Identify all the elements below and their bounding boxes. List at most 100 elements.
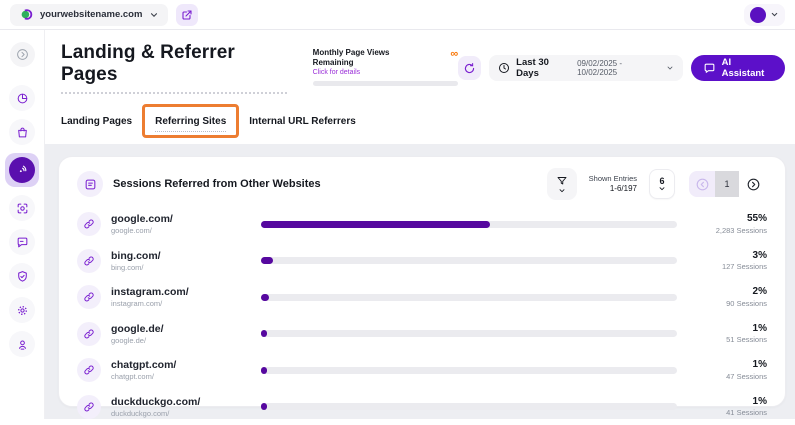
sidebar-item-toggle[interactable] — [10, 42, 35, 67]
radar-icon — [15, 163, 29, 177]
referrer-link-button[interactable] — [77, 285, 101, 309]
session-bar-fill — [261, 257, 273, 264]
website-selector[interactable]: yourwebsitename.com — [10, 4, 168, 26]
focus-target-icon — [16, 202, 29, 215]
page-size-value: 6 — [659, 176, 664, 186]
link-icon — [83, 401, 95, 413]
arrow-right-circle-icon — [746, 177, 761, 192]
quota-label: Monthly Page Views Remaining — [313, 48, 431, 68]
panel-title: Sessions Referred from Other Websites — [113, 178, 321, 190]
referrer-name: duckduckgo.com/ — [111, 396, 251, 409]
chevron-down-icon — [770, 10, 779, 19]
session-bar-track — [261, 294, 677, 301]
page-title: Landing & Referrer Pages — [61, 42, 287, 94]
referrer-name: google.de/ — [111, 323, 251, 336]
chevron-down-icon — [558, 188, 566, 194]
referrer-percent: 1% — [691, 395, 767, 409]
referrer-list: google.com/ google.com/ 55% 2,283 Sessio… — [77, 206, 767, 425]
session-bar-track — [261, 330, 677, 337]
session-bar-track — [261, 367, 677, 374]
ai-assistant-label: AI Assistant — [722, 57, 773, 79]
pagination: 1 — [689, 171, 767, 197]
quota-details-link[interactable]: Click for details — [313, 69, 459, 76]
date-range-picker[interactable]: Last 30 Days 09/02/2025 - 10/02/2025 — [489, 55, 682, 81]
referrer-link-button[interactable] — [77, 358, 101, 382]
referrer-path: duckduckgo.com/ — [111, 409, 251, 418]
referrer-percent: 55% — [691, 212, 767, 226]
referrer-percent: 2% — [691, 285, 767, 299]
sidebar-item-store[interactable] — [9, 119, 35, 145]
refresh-button[interactable] — [458, 56, 481, 80]
sidebar-item-feedback[interactable] — [9, 229, 35, 255]
referrer-link-button[interactable] — [77, 322, 101, 346]
referrer-percent: 1% — [691, 358, 767, 372]
link-icon — [83, 218, 95, 230]
page-size-select[interactable]: 6 — [649, 169, 675, 199]
pie-chart-icon — [16, 92, 29, 105]
open-external-button[interactable] — [176, 4, 198, 26]
referrer-link-button[interactable] — [77, 249, 101, 273]
referrer-sessions: 2,283 Sessions — [691, 226, 767, 236]
sidebar-item-referrers[interactable] — [5, 153, 39, 187]
gear-icon — [16, 304, 29, 317]
table-row: duckduckgo.com/ duckduckgo.com/ 1% 41 Se… — [77, 389, 767, 425]
referring-sites-panel: Sessions Referred from Other Websites Sh… — [58, 156, 786, 407]
referrer-link-button[interactable] — [77, 212, 101, 236]
previous-page-button[interactable] — [689, 171, 715, 197]
annotation-highlight-box: Referring Sites — [142, 104, 239, 138]
shown-entries-value: 1-6/197 — [589, 184, 637, 194]
referrer-sessions: 47 Sessions — [691, 372, 767, 382]
sidebar — [0, 30, 45, 419]
sidebar-item-settings[interactable] — [9, 297, 35, 323]
referrer-percent: 3% — [691, 249, 767, 263]
quota-progress-bar — [313, 81, 459, 86]
next-page-button[interactable] — [739, 171, 767, 197]
referrer-name: instagram.com/ — [111, 286, 251, 299]
arrow-left-circle-icon — [695, 177, 710, 192]
referrer-path: chatgpt.com/ — [111, 372, 251, 381]
tab-internal-url-referrers[interactable]: Internal URL Referrers — [249, 110, 356, 133]
page-header: Landing & Referrer Pages Monthly Page Vi… — [45, 30, 795, 144]
sidebar-item-tracking[interactable] — [9, 195, 35, 221]
date-preset-label: Last 30 Days — [516, 57, 571, 79]
link-icon — [83, 255, 95, 267]
session-bar-fill — [261, 403, 267, 410]
referrer-sessions: 127 Sessions — [691, 262, 767, 272]
report-icon — [77, 171, 103, 197]
session-bar-track — [261, 257, 677, 264]
ai-assistant-button[interactable]: AI Assistant — [691, 55, 785, 81]
link-icon — [83, 328, 95, 340]
tab-landing-pages[interactable]: Landing Pages — [61, 110, 132, 133]
tab-referring-sites[interactable]: Referring Sites — [155, 110, 226, 132]
session-bar-fill — [261, 330, 267, 337]
chat-bubble-icon — [703, 62, 716, 75]
referrer-name: bing.com/ — [111, 250, 251, 263]
site-favicon-icon — [20, 8, 33, 21]
sidebar-item-analytics[interactable] — [9, 85, 35, 111]
pageviews-quota: Monthly Page Views Remaining ∞ Click for… — [313, 48, 459, 86]
sidebar-item-privacy[interactable] — [9, 263, 35, 289]
avatar — [750, 7, 766, 23]
shown-entries: Shown Entries 1-6/197 — [589, 174, 637, 194]
session-bar-track — [261, 403, 677, 410]
sidebar-item-account[interactable] — [9, 331, 35, 357]
clock-icon — [498, 62, 510, 74]
user-pin-icon — [16, 338, 29, 351]
referrer-link-button[interactable] — [77, 395, 101, 419]
referrer-path: google.de/ — [111, 336, 251, 345]
link-icon — [83, 364, 95, 376]
sidebar-toggle-icon — [16, 48, 29, 61]
table-row: instagram.com/ instagram.com/ 2% 90 Sess… — [77, 279, 767, 316]
chevron-down-icon — [149, 10, 159, 20]
user-menu[interactable] — [744, 4, 785, 26]
referrer-path: instagram.com/ — [111, 299, 251, 308]
table-row: google.com/ google.com/ 55% 2,283 Sessio… — [77, 206, 767, 243]
topbar: yourwebsitename.com — [0, 0, 795, 30]
website-selector-value: yourwebsitename.com — [40, 9, 142, 20]
filter-button[interactable] — [547, 168, 577, 200]
session-bar-fill — [261, 367, 267, 374]
current-page-number[interactable]: 1 — [715, 171, 739, 197]
referrer-name: google.com/ — [111, 213, 251, 226]
link-icon — [83, 291, 95, 303]
shopping-bag-icon — [16, 126, 29, 139]
